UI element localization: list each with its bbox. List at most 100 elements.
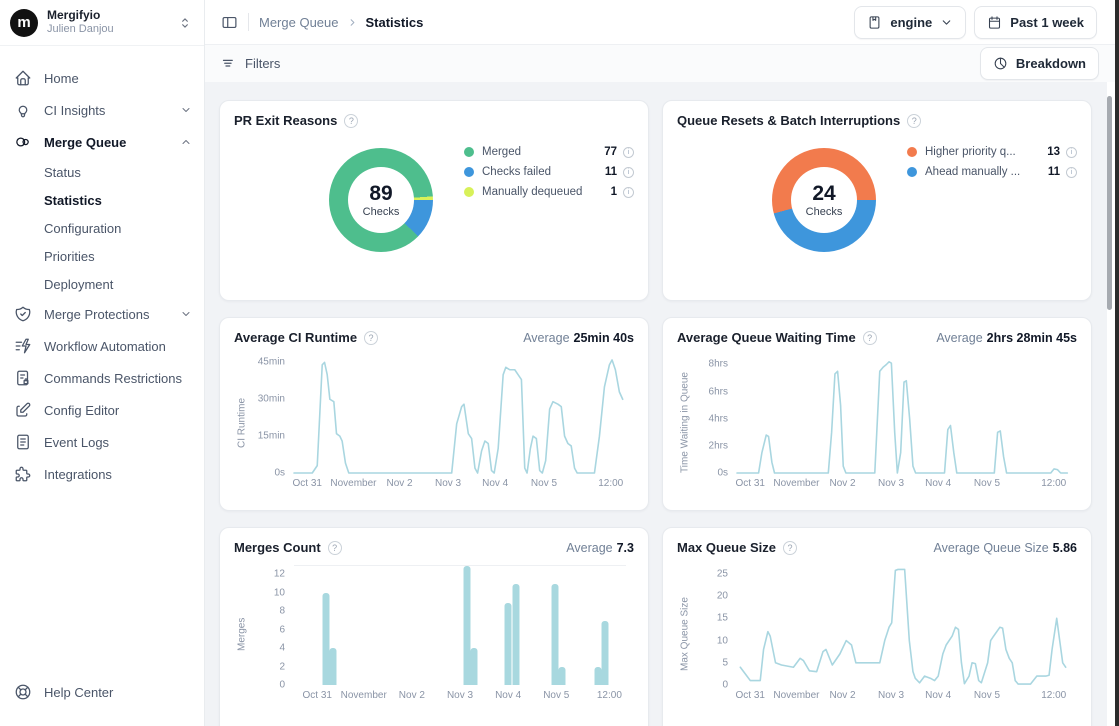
breadcrumb-current: Statistics [366,15,424,30]
legend-dot [907,167,917,177]
queue-waiting-line-chart[interactable] [737,355,1069,473]
chart-legend: Merged 77 Checks failed 11 Manually dequ… [464,142,634,202]
ci-runtime-line-chart[interactable] [294,355,626,473]
help-icon[interactable] [328,541,342,555]
divider [248,13,249,31]
y-axis-label: CI Runtime [234,355,250,491]
average-queue-waiting-time-card: Average Queue Waiting Time Average2hrs 2… [662,317,1092,511]
max-queue-size-card: Max Queue Size Average Queue Size5.86 Ma… [662,527,1092,726]
org-switcher[interactable]: m Mergifyio Julien Danjou [0,0,204,46]
document-lines-icon [14,433,32,451]
y-axis-ticks: 8hrs6hrs4hrs2hrs0s [693,355,737,473]
sidebar-item-merge-protections[interactable]: Merge Protections [0,298,204,330]
y-axis-ticks: 45min30min15min0s [250,355,294,473]
average-stat: Average25min 40s [523,331,634,345]
chevron-down-icon [180,308,192,320]
dashboard-content: PR Exit Reasons 89 Checks Merged 77 [205,82,1107,726]
legend-dot [464,147,474,157]
breakdown-button[interactable]: Breakdown [980,47,1099,80]
info-icon[interactable] [623,187,634,198]
legend-dot [464,167,474,177]
legend-dot [907,147,917,157]
legend-item[interactable]: Ahead manually ... 11 [907,162,1077,182]
lifebuoy-icon [14,683,32,701]
x-axis-ticks: Oct 31NovemberNov 2Nov 3Nov 4Nov 512:00 [737,473,1069,491]
card-title: Queue Resets & Batch Interruptions [677,113,900,128]
breadcrumb-parent[interactable]: Merge Queue [259,15,339,30]
breakdown-label: Breakdown [1016,56,1086,71]
info-icon[interactable] [623,167,634,178]
sidebar-item-event-logs[interactable]: Event Logs [0,426,204,458]
time-range-button[interactable]: Past 1 week [974,6,1097,39]
clipboard-lock-icon [14,369,32,387]
x-axis-ticks: Oct 31NovemberNov 2Nov 3Nov 4Nov 512:00 [737,685,1069,703]
repository-select[interactable]: engine [854,6,966,39]
average-stat: Average2hrs 28min 45s [936,331,1077,345]
sidebar-item-priorities[interactable]: Priorities [0,242,204,270]
chevron-up-icon [180,136,192,148]
topbar: Merge Queue Statistics engine Past 1 wee… [205,0,1115,45]
org-user: Julien Danjou [47,23,178,36]
average-stat: Average Queue Size5.86 [934,541,1077,555]
average-stat: Average7.3 [566,541,634,555]
card-title: Merges Count [234,540,321,555]
info-icon[interactable] [623,147,634,158]
sidebar-item-workflow-automation[interactable]: Workflow Automation [0,330,204,362]
legend-item[interactable]: Checks failed 11 [464,162,634,182]
filters-button[interactable]: Filters [221,56,280,71]
y-axis-ticks: 121086420 [250,565,294,685]
sidebar-toggle-button[interactable] [221,14,238,31]
sidebar-nav: Home CI Insights Merge Queue Status Stat… [0,46,204,490]
sidebar-item-config-editor[interactable]: Config Editor [0,394,204,426]
home-icon [14,69,32,87]
legend-item[interactable]: Higher priority q... 13 [907,142,1077,162]
donut-center-value: 24 [812,182,835,205]
help-icon[interactable] [783,541,797,555]
help-icon[interactable] [907,114,921,128]
sidebar-item-integrations[interactable]: Integrations [0,458,204,490]
pr-exit-reasons-donut[interactable]: 89 Checks [329,148,433,252]
sidebar-item-commands-restrictions[interactable]: Commands Restrictions [0,362,204,394]
donut-center-label: Checks [806,206,843,218]
chevron-right-icon [347,17,358,28]
card-title: Average CI Runtime [234,330,357,345]
help-icon[interactable] [863,331,877,345]
chart-legend: Higher priority q... 13 Ahead manually .… [907,142,1077,182]
card-title: Average Queue Waiting Time [677,330,856,345]
queue-resets-donut[interactable]: 24 Checks [772,148,876,252]
time-range-label: Past 1 week [1010,15,1084,30]
donut-center-label: Checks [363,206,400,218]
legend-item[interactable]: Merged 77 [464,142,634,162]
help-icon[interactable] [364,331,378,345]
sidebar-item-status[interactable]: Status [0,158,204,186]
pr-exit-reasons-card: PR Exit Reasons 89 Checks Merged 77 [219,100,649,301]
y-axis-label: Time Waiting in Queue [677,355,693,491]
sidebar-item-merge-queue[interactable]: Merge Queue [0,126,204,158]
y-axis-label: Max Queue Size [677,565,693,703]
help-icon[interactable] [344,114,358,128]
legend-dot [464,187,474,197]
org-name: Mergifyio [47,9,178,23]
card-title: Max Queue Size [677,540,776,555]
sidebar-item-home[interactable]: Home [0,62,204,94]
info-icon[interactable] [1066,167,1077,178]
edit-icon [14,401,32,419]
merges-count-card: Merges Count Average7.3 Merges 121086420… [219,527,649,726]
sidebar-item-statistics[interactable]: Statistics [0,186,204,214]
y-axis-ticks: 2520151050 [693,565,737,685]
x-axis-ticks: Oct 31NovemberNov 2Nov 3Nov 4Nov 512:00 [294,685,626,703]
merges-count-bar-chart[interactable] [294,565,626,685]
sidebar-item-ci-insights[interactable]: CI Insights [0,94,204,126]
sidebar-item-configuration[interactable]: Configuration [0,214,204,242]
up-down-chevron-icon[interactable] [178,16,192,30]
calendar-icon [987,15,1002,30]
help-center-link[interactable]: Help Center [0,676,204,708]
legend-item[interactable]: Manually dequeued 1 [464,182,634,202]
donut-center-value: 89 [369,182,392,205]
scrollbar-thumb[interactable] [1107,96,1112,310]
info-icon[interactable] [1066,147,1077,158]
sidebar-item-deployment[interactable]: Deployment [0,270,204,298]
merge-queue-icon [14,133,32,151]
max-queue-size-line-chart[interactable] [737,565,1069,685]
chevron-down-icon [180,104,192,116]
